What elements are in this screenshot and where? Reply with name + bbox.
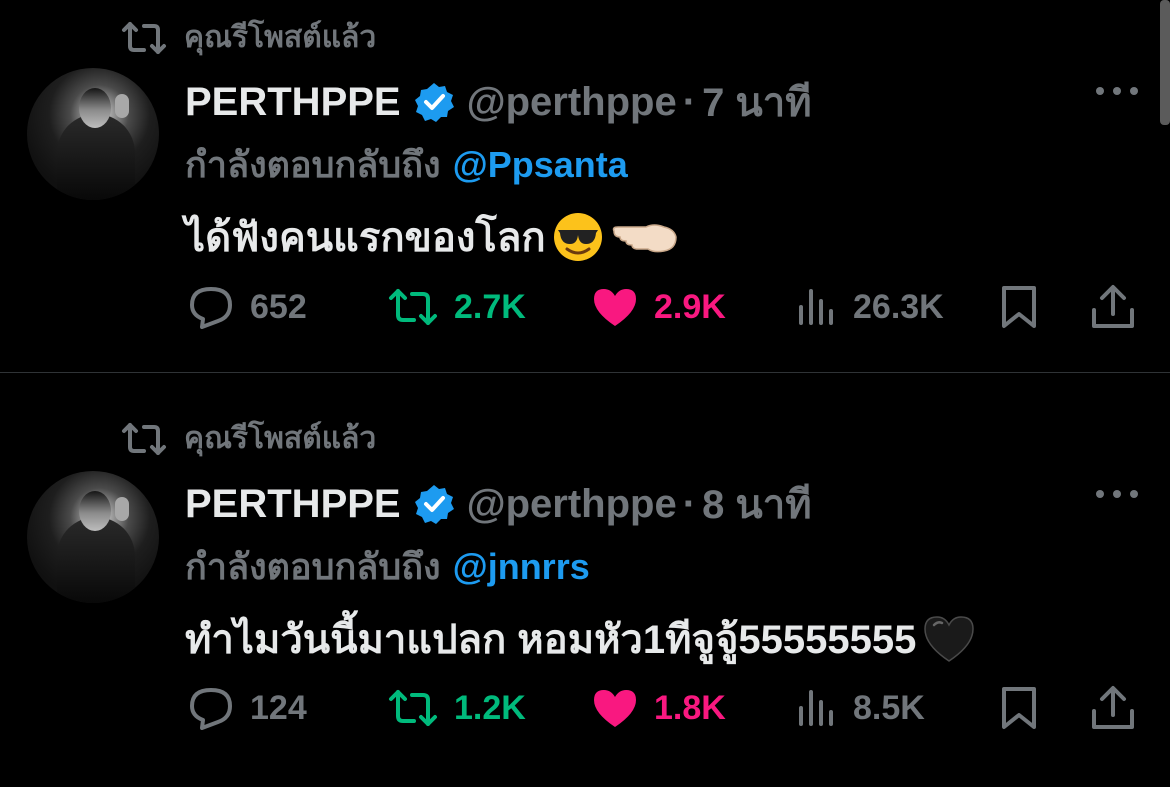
- tweet[interactable]: คุณรีโพสต์แล้ว PERTHPPE @perthppe · 8 นา…: [0, 373, 1170, 787]
- views-icon: [799, 289, 833, 325]
- views-button[interactable]: 8.5K: [797, 683, 925, 733]
- share-icon: [1092, 686, 1134, 729]
- views-count: 26.3K: [853, 287, 944, 326]
- reply-icon: [190, 688, 232, 730]
- repost-count: 1.2K: [454, 688, 526, 727]
- like-button[interactable]: 1.8K: [592, 683, 726, 733]
- bookmark-button[interactable]: [999, 282, 1055, 332]
- handle[interactable]: @perthppe: [467, 80, 677, 125]
- repost-button[interactable]: 1.2K: [388, 683, 526, 733]
- action-bar: 652 2.7K 2.9K 26.3K: [0, 282, 1170, 332]
- timestamp[interactable]: 8 นาที: [702, 472, 812, 536]
- views-button[interactable]: 26.3K: [797, 282, 944, 332]
- more-options-icon[interactable]: [1096, 85, 1138, 97]
- timestamp[interactable]: 7 นาที: [702, 70, 812, 134]
- reply-context: กำลังตอบกลับถึง @jnnrrs: [185, 538, 590, 595]
- like-count: 2.9K: [654, 287, 726, 326]
- share-button[interactable]: [1090, 683, 1152, 733]
- mention-link[interactable]: @Ppsanta: [453, 144, 628, 185]
- verified-badge-icon: [414, 485, 454, 524]
- share-button[interactable]: [1090, 282, 1152, 332]
- social-context: คุณรีโพสต์แล้ว: [120, 415, 376, 462]
- reply-button[interactable]: 124: [188, 683, 307, 733]
- views-icon: [799, 690, 833, 726]
- tweet[interactable]: คุณรีโพสต์แล้ว PERTHPPE @perthppe · 7 นา…: [0, 0, 1170, 372]
- social-context: คุณรีโพสต์แล้ว: [120, 14, 376, 61]
- more-options-icon[interactable]: [1096, 488, 1138, 500]
- repost-button[interactable]: 2.7K: [388, 282, 526, 332]
- reply-prefix: กำลังตอบกลับถึง: [185, 546, 441, 587]
- tweet-text: ทำไมวันนี้มาแปลก หอมหัว1ทีจูจู้55555555: [185, 607, 976, 671]
- reply-prefix: กำลังตอบกลับถึง: [185, 144, 441, 185]
- social-context-text: คุณรีโพสต์แล้ว: [184, 422, 377, 455]
- repost-count: 2.7K: [454, 287, 526, 326]
- bookmark-icon: [1002, 286, 1036, 328]
- tweet-text-content: ได้ฟังคนแรกของโลก: [185, 216, 546, 260]
- tweet-text-content: ทำไมวันนี้มาแปลก หอมหัว1ทีจูจู้55555555: [185, 618, 917, 662]
- black-heart-emoji-icon: [924, 616, 975, 662]
- repost-icon: [389, 289, 437, 325]
- share-icon: [1092, 285, 1134, 328]
- separator-dot: ·: [682, 481, 697, 526]
- verified-badge-icon: [414, 83, 454, 122]
- bookmark-button[interactable]: [999, 683, 1055, 733]
- tweet-header: PERTHPPE @perthppe · 7 นาที: [185, 70, 812, 134]
- pointing-left-emoji-icon: [612, 224, 677, 253]
- reply-context: กำลังตอบกลับถึง @Ppsanta: [185, 136, 628, 193]
- handle[interactable]: @perthppe: [467, 482, 677, 527]
- like-count: 1.8K: [654, 688, 726, 727]
- bookmark-icon: [1002, 687, 1036, 729]
- display-name[interactable]: PERTHPPE: [185, 80, 401, 125]
- display-name[interactable]: PERTHPPE: [185, 482, 401, 527]
- reply-button[interactable]: 652: [188, 282, 307, 332]
- avatar[interactable]: [27, 68, 159, 200]
- mention-link[interactable]: @jnnrrs: [453, 546, 590, 587]
- heart-icon: [594, 289, 636, 326]
- sunglasses-emoji-icon: [553, 213, 602, 261]
- like-button[interactable]: 2.9K: [592, 282, 726, 332]
- reply-count: 124: [250, 688, 307, 727]
- repost-icon: [389, 690, 437, 726]
- repost-icon: [122, 21, 166, 54]
- views-count: 8.5K: [853, 688, 925, 727]
- social-context-text: คุณรีโพสต์แล้ว: [184, 21, 377, 54]
- reply-icon: [190, 287, 232, 329]
- repost-icon: [122, 422, 166, 455]
- action-bar: 124 1.2K 1.8K 8.5K: [0, 683, 1170, 733]
- avatar[interactable]: [27, 471, 159, 603]
- separator-dot: ·: [682, 79, 697, 124]
- tweet-header: PERTHPPE @perthppe · 8 นาที: [185, 472, 812, 536]
- tweet-text: ได้ฟังคนแรกของโลก: [185, 205, 680, 269]
- reply-count: 652: [250, 287, 307, 326]
- heart-icon: [594, 690, 636, 727]
